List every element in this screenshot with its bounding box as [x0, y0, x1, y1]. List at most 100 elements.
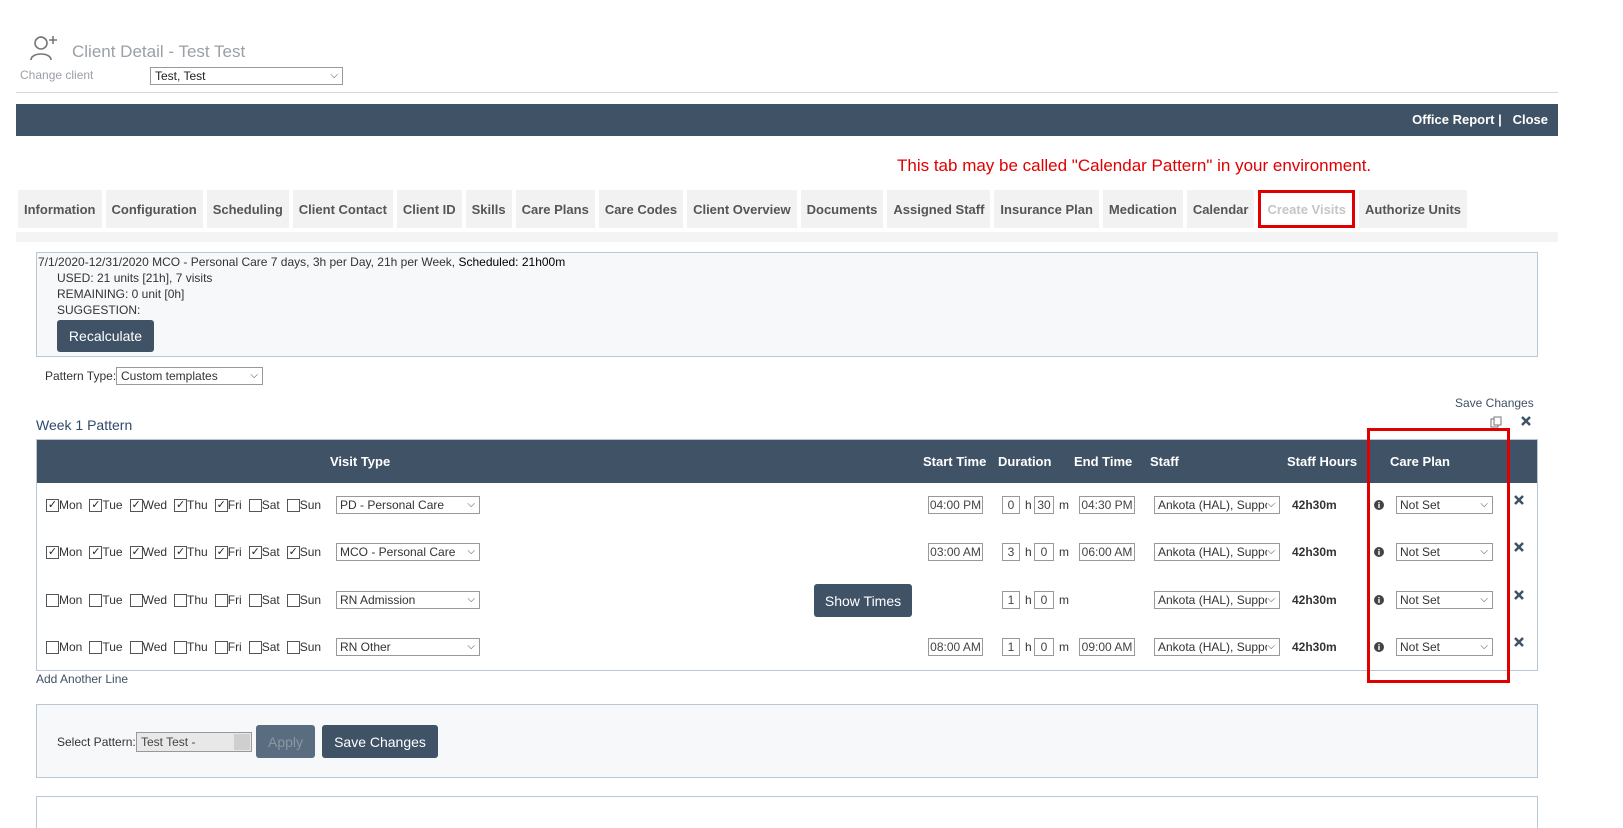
day-thu[interactable]: Thu	[174, 593, 208, 607]
tab-assigned-staff[interactable]: Assigned Staff	[887, 190, 991, 228]
checkbox[interactable]: ✓	[174, 545, 188, 559]
duration-hours-input[interactable]: 3	[1002, 543, 1020, 561]
day-fri[interactable]: ✓ Fri	[214, 545, 242, 559]
delete-row-icon[interactable]	[1513, 588, 1525, 602]
staff-select[interactable]: Ankota (HAL), Suppor ⌵	[1154, 591, 1280, 609]
visit-type-select[interactable]: RN Admission ⌵	[336, 591, 480, 609]
start-time-input[interactable]: 08:00 AM	[928, 638, 983, 656]
checkbox[interactable]	[214, 640, 228, 654]
end-time-input[interactable]: 09:00 AM	[1079, 638, 1135, 656]
tab-calendar[interactable]: Calendar	[1186, 190, 1255, 228]
end-time-input[interactable]: 06:00 AM	[1079, 543, 1135, 561]
day-sun[interactable]: Sun	[286, 593, 321, 607]
day-sun[interactable]: ✓ Sun	[286, 545, 321, 559]
duration-hours-input[interactable]: 1	[1002, 638, 1020, 656]
duration-hours-input[interactable]: 1	[1002, 591, 1020, 609]
day-thu[interactable]: ✓ Thu	[174, 545, 208, 559]
checkbox[interactable]	[248, 640, 262, 654]
checkbox[interactable]	[248, 593, 262, 607]
tab-client-overview[interactable]: Client Overview	[687, 190, 797, 228]
office-report-link[interactable]: Office Report |	[1412, 112, 1502, 127]
checkbox[interactable]	[129, 640, 143, 654]
apply-button[interactable]: Apply	[256, 725, 315, 758]
checkbox[interactable]	[286, 498, 300, 512]
tab-insurance-plan[interactable]: Insurance Plan	[994, 190, 1099, 228]
visit-type-select[interactable]: PD - Personal Care ⌵	[336, 496, 480, 514]
checkbox[interactable]	[129, 593, 143, 607]
day-sun[interactable]: Sun	[286, 640, 321, 654]
tab-care-plans[interactable]: Care Plans	[515, 190, 595, 228]
day-thu[interactable]: Thu	[174, 640, 208, 654]
visit-type-select[interactable]: RN Other ⌵	[336, 638, 480, 656]
checkbox[interactable]: ✓	[46, 545, 59, 559]
checkbox[interactable]: ✓	[248, 545, 262, 559]
day-mon[interactable]: Mon	[46, 640, 82, 654]
checkbox[interactable]	[46, 640, 59, 654]
day-tue[interactable]: ✓ Tue	[89, 545, 123, 559]
select-pattern-dropdown[interactable]: Test Test -	[136, 732, 252, 752]
day-sat[interactable]: Sat	[248, 593, 280, 607]
checkbox[interactable]: ✓	[129, 498, 143, 512]
staff-select[interactable]: Ankota (HAL), Suppor ⌵	[1154, 543, 1280, 561]
client-select[interactable]: Test, Test ⌵	[150, 67, 343, 85]
day-mon[interactable]: ✓ Mon	[46, 498, 82, 512]
checkbox[interactable]	[89, 593, 103, 607]
day-fri[interactable]: ✓ Fri	[214, 498, 242, 512]
checkbox[interactable]	[286, 640, 300, 654]
tab-care-codes[interactable]: Care Codes	[598, 190, 684, 228]
day-mon[interactable]: Mon	[46, 593, 82, 607]
show-times-button[interactable]: Show Times	[814, 584, 912, 617]
tab-documents[interactable]: Documents	[800, 190, 884, 228]
tab-client-contact[interactable]: Client Contact	[292, 190, 393, 228]
checkbox[interactable]: ✓	[129, 545, 143, 559]
day-sat[interactable]: Sat	[248, 640, 280, 654]
checkbox[interactable]: ✓	[89, 498, 103, 512]
delete-row-icon[interactable]	[1513, 635, 1525, 649]
checkbox[interactable]	[46, 593, 59, 607]
checkbox[interactable]	[248, 498, 262, 512]
day-tue[interactable]: Tue	[89, 593, 123, 607]
day-fri[interactable]: Fri	[214, 593, 242, 607]
checkbox[interactable]: ✓	[214, 545, 228, 559]
delete-week-icon[interactable]	[1520, 414, 1532, 428]
checkbox[interactable]: ✓	[89, 545, 103, 559]
tab-create-visits[interactable]: Create Visits	[1258, 190, 1355, 228]
staff-select[interactable]: Ankota (HAL), Suppor ⌵	[1154, 638, 1280, 656]
day-wed[interactable]: ✓ Wed	[129, 545, 167, 559]
close-link[interactable]: Close	[1513, 112, 1548, 127]
duration-minutes-input[interactable]: 0	[1034, 591, 1054, 609]
day-mon[interactable]: ✓ Mon	[46, 545, 82, 559]
save-changes-link[interactable]: Save Changes	[1455, 396, 1534, 410]
duration-minutes-input[interactable]: 0	[1034, 638, 1054, 656]
checkbox[interactable]	[214, 593, 228, 607]
end-time-input[interactable]: 04:30 PM	[1079, 496, 1135, 514]
save-changes-button[interactable]: Save Changes	[322, 725, 438, 758]
delete-row-icon[interactable]	[1513, 493, 1525, 507]
checkbox[interactable]	[174, 640, 188, 654]
day-sat[interactable]: Sat	[248, 498, 280, 512]
tab-medication[interactable]: Medication	[1102, 190, 1183, 228]
day-tue[interactable]: ✓ Tue	[89, 498, 123, 512]
day-sun[interactable]: Sun	[286, 498, 321, 512]
checkbox[interactable]	[286, 593, 300, 607]
tab-information[interactable]: Information	[18, 190, 102, 228]
day-thu[interactable]: ✓ Thu	[174, 498, 208, 512]
duration-hours-input[interactable]: 0	[1002, 496, 1020, 514]
staff-select[interactable]: Ankota (HAL), Suppor ⌵	[1154, 496, 1280, 514]
checkbox[interactable]: ✓	[174, 498, 188, 512]
copy-icon[interactable]	[1490, 416, 1502, 428]
checkbox[interactable]: ✓	[286, 545, 300, 559]
day-wed[interactable]: ✓ Wed	[129, 498, 167, 512]
tab-scheduling[interactable]: Scheduling	[206, 190, 289, 228]
day-tue[interactable]: Tue	[89, 640, 123, 654]
delete-row-icon[interactable]	[1513, 540, 1525, 554]
recalculate-button[interactable]: Recalculate	[57, 320, 154, 352]
start-time-input[interactable]: 04:00 PM	[928, 496, 983, 514]
visit-type-select[interactable]: MCO - Personal Care ⌵	[336, 543, 480, 561]
day-wed[interactable]: Wed	[129, 640, 167, 654]
tab-skills[interactable]: Skills	[465, 190, 512, 228]
add-another-line-link[interactable]: Add Another Line	[36, 672, 128, 686]
checkbox[interactable]	[89, 640, 103, 654]
day-fri[interactable]: Fri	[214, 640, 242, 654]
checkbox[interactable]: ✓	[46, 498, 59, 512]
